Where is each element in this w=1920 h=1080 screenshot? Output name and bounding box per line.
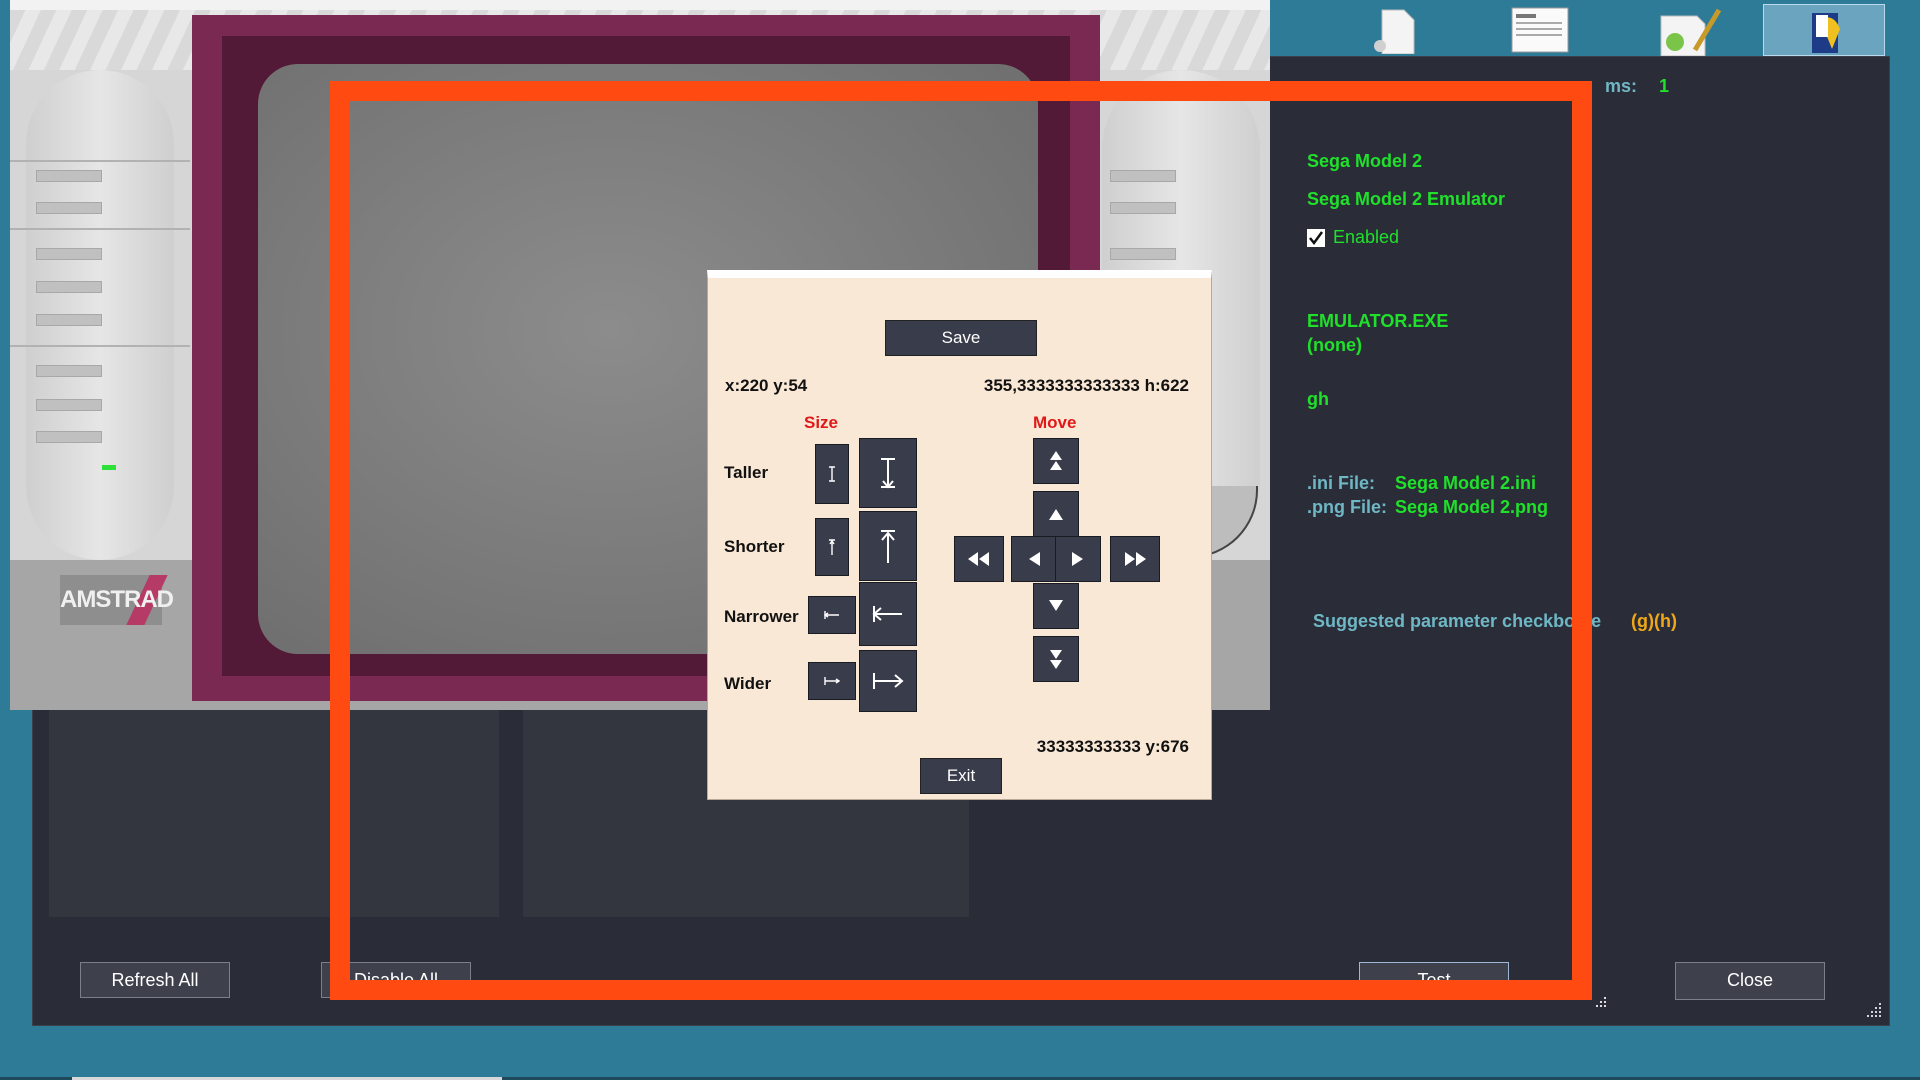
suggested-value: (g)(h) [1631,611,1677,631]
vent-slot [36,170,102,182]
amstrad-logo: AMSTRAD [60,575,174,625]
save-button[interactable]: Save [885,320,1037,356]
narrower-small-button[interactable] [808,596,856,634]
narrower-label: Narrower [724,607,799,626]
shorter-small-button[interactable] [815,518,849,576]
move-right-button[interactable] [1055,536,1101,582]
move-left-large-button[interactable] [954,536,1004,582]
wider-label: Wider [724,674,772,693]
size-heading: Size [804,413,839,432]
shorter-label: Shorter [724,537,785,556]
total-enabled-count: 1 [1659,76,1670,96]
vent-slot [36,281,102,293]
coords-bottom: 33333333333 y:676 [1036,737,1189,756]
narrower-large-button[interactable] [859,582,917,646]
move-up-large-button[interactable] [1033,438,1079,484]
wider-large-button[interactable] [859,650,917,712]
expand-horizontal-icon [873,673,904,689]
taller-small-button[interactable] [815,444,849,504]
exit-button[interactable]: Exit [920,758,1002,794]
shrink-horizontal-icon [872,606,902,622]
notepad-icon[interactable] [1655,6,1722,57]
power-led [102,465,116,470]
move-left-button[interactable] [1011,536,1057,582]
resize-grip-icon[interactable] [1592,997,1608,1018]
shrink-vertical-icon [881,530,895,563]
expand-vertical-icon [881,458,895,489]
size-top: 355,3333333333333 h:622 [983,376,1189,395]
move-down-button[interactable] [1033,583,1079,629]
resize-grip-icon[interactable] [1865,1001,1883,1024]
double-up-arrow-icon [1050,451,1062,470]
double-left-arrow-icon [968,552,989,566]
right-arrow-icon [1072,552,1083,566]
move-heading: Move [1033,413,1077,432]
shorter-large-button[interactable] [859,511,917,581]
preview-titlebar [10,0,1270,10]
divider [10,228,190,230]
document-icon[interactable] [1510,6,1569,54]
taller-label: Taller [724,463,769,482]
vent-slot [36,202,102,214]
double-right-arrow-icon [1125,552,1146,566]
position-size-dialog: Save x:220 y:54 355,3333333333333 h:622 … [707,270,1212,800]
divider [10,345,190,347]
vent-slot [36,431,102,443]
folder-icon[interactable] [1763,4,1885,56]
up-arrow-icon [1049,509,1063,520]
left-arrow-icon [1029,552,1040,566]
move-up-button[interactable] [1033,491,1079,537]
double-down-arrow-icon [1050,650,1062,669]
taller-large-button[interactable] [859,438,917,508]
shrink-vertical-icon [829,539,835,555]
file-icon[interactable] [1370,6,1426,55]
wider-small-button[interactable] [808,662,856,700]
move-down-large-button[interactable] [1033,636,1079,682]
expand-horizontal-icon [824,677,841,685]
close-button[interactable]: Close [1675,962,1825,1000]
coords-top: x:220 y:54 [725,376,808,395]
refresh-all-button[interactable]: Refresh All [80,962,230,998]
shrink-horizontal-icon [823,611,839,619]
vent-slot [36,399,102,411]
vent-slot [36,248,102,260]
vent-slot [36,314,102,326]
move-right-large-button[interactable] [1110,536,1160,582]
header-partial: ms: [1605,76,1638,96]
down-arrow-icon [1049,600,1063,611]
divider [10,160,190,162]
expand-vertical-icon [829,466,835,482]
vent-slot [36,365,102,377]
